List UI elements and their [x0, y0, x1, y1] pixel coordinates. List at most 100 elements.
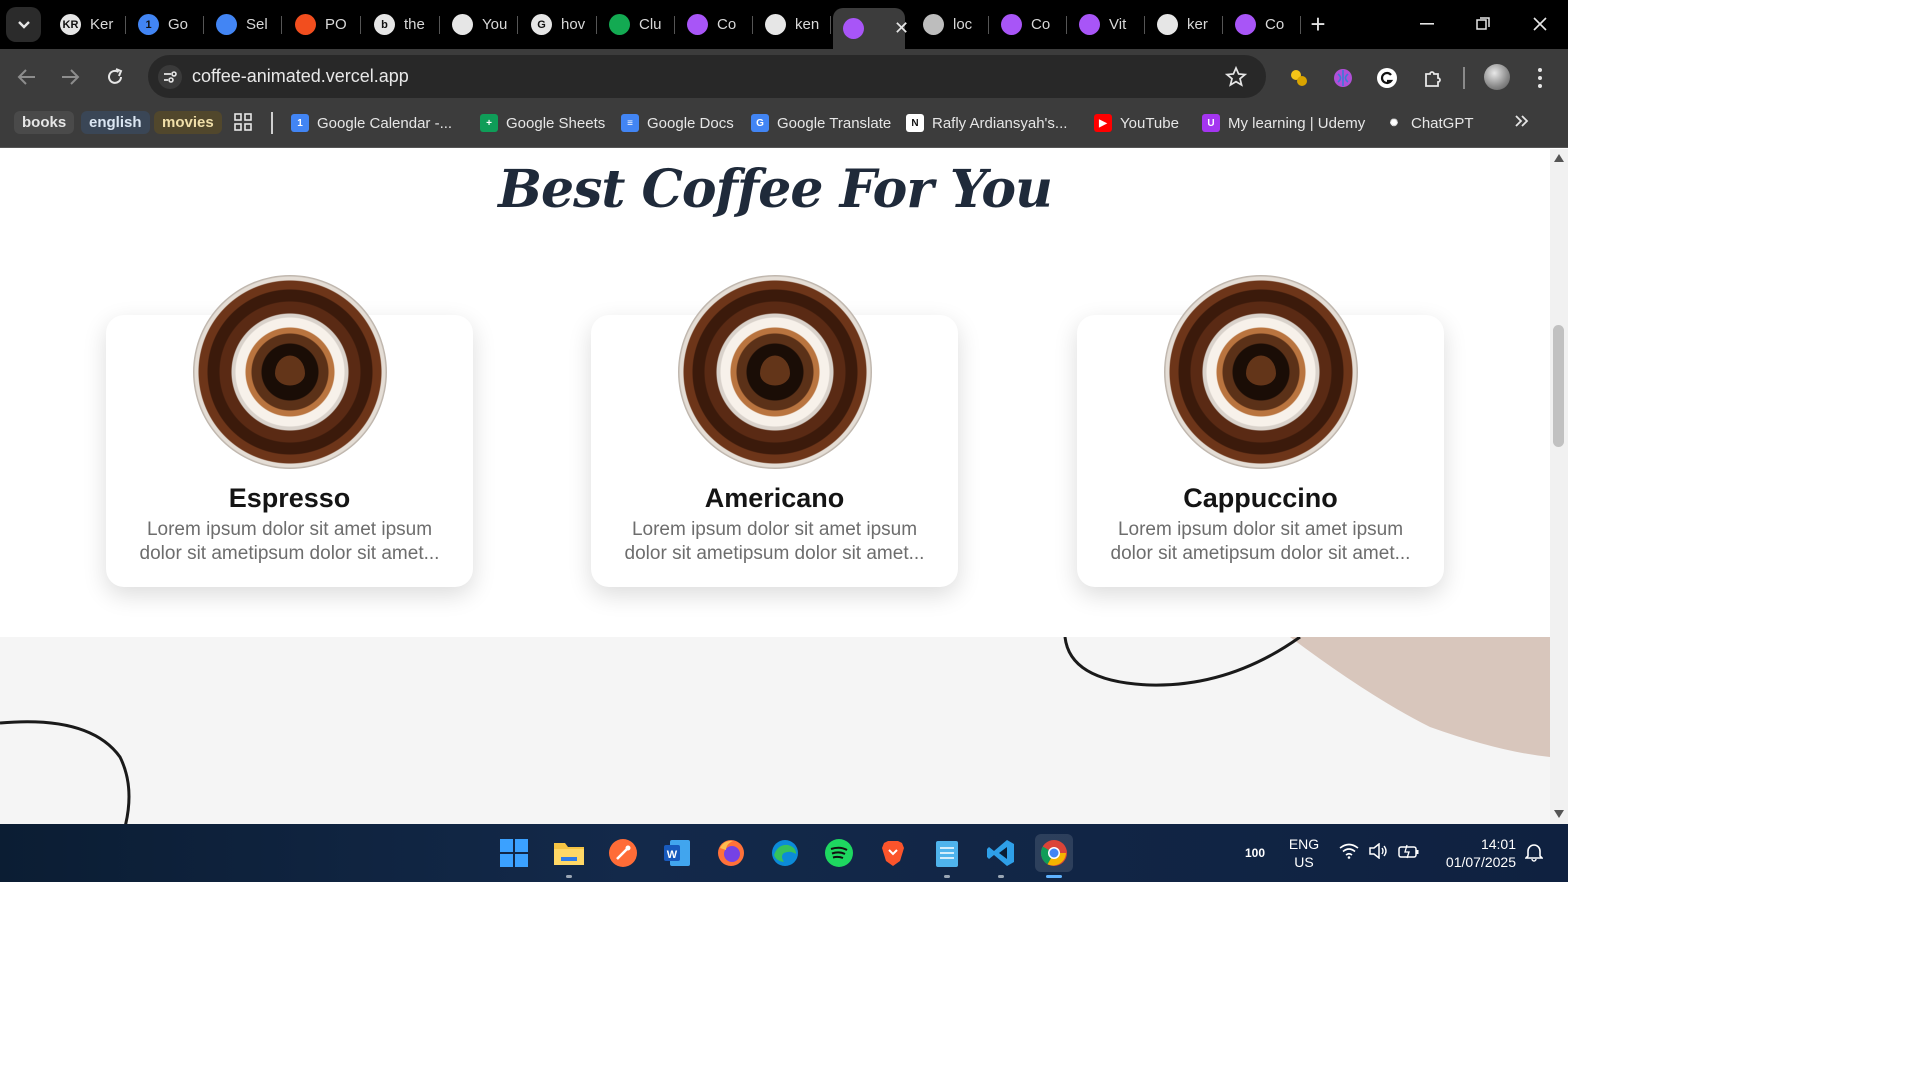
bookmark-item[interactable]: ▶ YouTube	[1094, 111, 1179, 135]
notifications-bell-icon[interactable]	[1524, 842, 1544, 867]
battery-percentage[interactable]: 100	[1245, 844, 1265, 862]
browser-menu-button[interactable]	[1530, 65, 1550, 91]
volume-icon[interactable]	[1368, 842, 1388, 864]
tab-separator	[1222, 16, 1223, 34]
tab-label: Co	[1031, 16, 1051, 33]
browser-tab[interactable]: ker	[1147, 8, 1223, 41]
battery-icon[interactable]	[1398, 843, 1420, 864]
bookmark-item[interactable]: 1 Google Calendar -...	[291, 111, 452, 135]
udemy-icon: U	[1202, 114, 1220, 132]
tab-label: PO	[325, 16, 347, 33]
clock[interactable]: 14:01 01/07/2025	[1436, 835, 1516, 871]
browser-tab[interactable]: 1 Go	[128, 8, 204, 41]
bookmark-label: My learning | Udemy	[1228, 114, 1366, 132]
postman-icon[interactable]	[604, 834, 642, 872]
bookmark-item[interactable]: G Google Translate	[751, 111, 891, 135]
extensions-puzzle-icon[interactable]	[1420, 65, 1446, 91]
wifi-icon[interactable]	[1339, 843, 1359, 864]
brave-icon[interactable]	[874, 834, 912, 872]
restore-button[interactable]	[1468, 9, 1498, 39]
scrollbar-thumb[interactable]	[1553, 325, 1564, 447]
browser-tab[interactable]: Co	[991, 8, 1067, 41]
browser-tab[interactable]: Vit	[1069, 8, 1145, 41]
arrow-right-icon	[62, 69, 80, 85]
browser-tab[interactable]: Sel	[206, 8, 282, 41]
coffee-cup-image	[678, 275, 872, 469]
bookmark-star-icon[interactable]	[1224, 65, 1248, 89]
new-tab-button[interactable]: +	[1306, 9, 1330, 39]
extension-coins-icon[interactable]	[1286, 65, 1312, 91]
browser-tab[interactable]: b the	[364, 8, 440, 41]
bookmark-label: Google Sheets	[506, 114, 606, 132]
tab-label: loc	[953, 16, 973, 33]
card-description: Lorem ipsum dolor sit amet ipsum dolor si…	[1110, 519, 1411, 564]
bookmarks-bar: books english movies 1 Google Calendar -...…	[0, 105, 1568, 148]
close-tab-icon[interactable]: ✕	[894, 18, 909, 39]
apps-grid-icon[interactable]	[234, 113, 252, 136]
decorative-curves-graphic	[0, 637, 1550, 824]
bookmark-folder[interactable]: books	[14, 111, 75, 134]
vscode-icon[interactable]	[982, 834, 1020, 878]
tab-label: Ker	[90, 16, 114, 33]
tab-separator	[674, 16, 675, 34]
scroll-down-icon[interactable]	[1553, 809, 1565, 819]
browser-tab[interactable]: Co	[1225, 8, 1301, 41]
youtube-icon: ▶	[1094, 114, 1112, 132]
spotify-icon[interactable]	[820, 834, 858, 872]
file-explorer-icon[interactable]	[550, 834, 588, 878]
tab-label: Co	[717, 16, 737, 33]
bookmark-folder[interactable]: english	[81, 111, 150, 134]
bookmark-label: Google Translate	[777, 114, 892, 132]
page-scrollbar[interactable]	[1550, 149, 1568, 824]
browser-tab[interactable]: Clu	[599, 8, 675, 41]
chrome-icon[interactable]	[1035, 834, 1073, 878]
extension-brain-icon[interactable]	[1330, 65, 1356, 91]
more-bookmarks-icon[interactable]	[1514, 114, 1530, 133]
url-text[interactable]: coffee-animated.vercel.app	[192, 66, 409, 87]
site-info-icon[interactable]	[158, 65, 182, 89]
tab-label: hov	[561, 16, 586, 33]
decorative-section	[0, 637, 1550, 824]
back-button[interactable]	[13, 63, 41, 91]
bookmark-item[interactable]: U My learning | Udemy	[1202, 111, 1365, 135]
tab-separator	[125, 16, 126, 34]
edge-icon[interactable]	[766, 834, 804, 872]
card-description: Lorem ipsum dolor sit amet ipsum dolor si…	[139, 519, 440, 564]
minimize-button[interactable]	[1412, 9, 1442, 39]
language-indicator[interactable]: ENG US	[1286, 835, 1322, 871]
windows-start-icon[interactable]	[495, 834, 533, 872]
profile-avatar[interactable]	[1484, 64, 1510, 90]
browser-tab[interactable]: You	[442, 8, 518, 41]
bookmark-label: Google Calendar -...	[317, 114, 453, 132]
notepad-icon[interactable]	[928, 834, 966, 878]
close-icon	[1533, 17, 1547, 31]
bookmark-label: Rafly Ardiansyah's...	[932, 114, 1068, 132]
close-window-button[interactable]	[1525, 9, 1555, 39]
forward-button[interactable]	[56, 63, 84, 91]
tab-separator	[752, 16, 753, 34]
extension-grammarly-icon[interactable]	[1374, 65, 1400, 91]
bookmark-item[interactable]: ✺ ChatGPT	[1385, 111, 1474, 135]
vite-icon	[1001, 14, 1022, 35]
address-bar[interactable]: coffee-animated.vercel.app	[148, 55, 1266, 98]
bookmark-item[interactable]: N Rafly Ardiansyah's...	[906, 111, 1067, 135]
reload-button[interactable]	[101, 63, 129, 91]
bookmark-folder[interactable]: movies	[154, 111, 222, 134]
scroll-up-icon[interactable]	[1553, 153, 1565, 163]
browser-tab[interactable]: ✕	[833, 8, 909, 49]
browser-tab[interactable]: Co	[677, 8, 753, 41]
browser-tab[interactable]: Ghov	[521, 8, 597, 41]
bookmark-item[interactable]: + Google Sheets	[480, 111, 605, 135]
browser-tab[interactable]: ken	[755, 8, 831, 41]
card-title: Espresso	[228, 483, 351, 513]
tab-label: the	[404, 16, 425, 33]
tab-separator	[596, 16, 597, 34]
browser-tab[interactable]: PO	[285, 8, 361, 41]
bookmark-item[interactable]: ≡ Google Docs	[621, 111, 734, 135]
firefox-icon[interactable]	[712, 834, 750, 872]
browser-tab[interactable]: KR Ker	[50, 8, 126, 41]
tab-search-button[interactable]	[6, 7, 41, 42]
word-icon[interactable]: W	[658, 834, 696, 872]
browser-tab[interactable]: loc	[913, 8, 989, 41]
tab-separator	[1144, 16, 1145, 34]
